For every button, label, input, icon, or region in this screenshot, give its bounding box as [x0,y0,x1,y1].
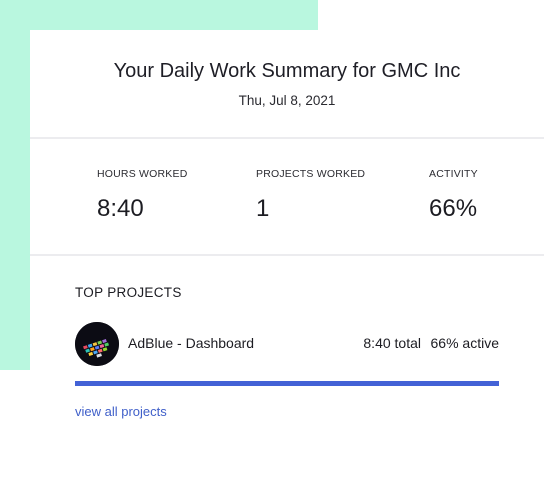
stat-hours-worked: HOURS WORKED 8:40 [97,168,188,222]
project-row: AdBlue - Dashboard 8:40 total 66% active [75,322,499,366]
top-projects-section: TOP PROJECTS AdBlue - Dashboard 8:40 tot… [30,256,544,476]
view-all-projects-link[interactable]: view all projects [75,404,167,420]
stat-label: PROJECTS WORKED [256,168,366,180]
stats-row: HOURS WORKED 8:40 PROJECTS WORKED 1 ACTI… [30,139,544,256]
project-time-bar-fill [75,381,499,386]
project-activity: 66% active [430,335,499,351]
page-title: Your Daily Work Summary for GMC Inc [113,60,461,82]
project-total-time: 8:40 total [363,335,421,351]
stat-value: 8:40 [97,195,144,222]
stat-label: ACTIVITY [429,168,478,180]
stat-activity: ACTIVITY 66% [429,168,478,222]
project-time-bar [75,381,499,386]
summary-card: Your Daily Work Summary for GMC Inc Thu,… [30,30,544,479]
project-thumbnail-icon [75,322,119,366]
stat-projects-worked: PROJECTS WORKED 1 [256,168,365,222]
summary-header: Your Daily Work Summary for GMC Inc Thu,… [30,30,544,139]
stat-label: HOURS WORKED [97,168,188,180]
summary-date: Thu, Jul 8, 2021 [238,93,336,108]
stat-value: 66% [429,195,478,222]
stat-value: 1 [256,195,270,222]
section-heading: TOP PROJECTS [75,285,182,300]
email-page: Your Daily Work Summary for GMC Inc Thu,… [0,0,544,479]
project-name: AdBlue - Dashboard [128,335,255,351]
